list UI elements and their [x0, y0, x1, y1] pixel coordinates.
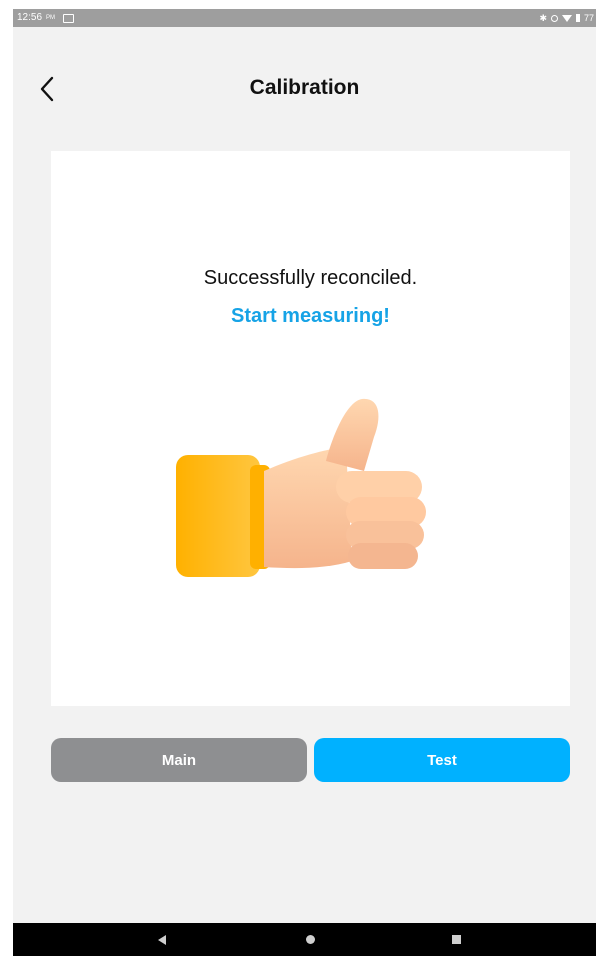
navigation-bar	[13, 923, 596, 956]
status-ampm: PM	[46, 15, 56, 21]
start-measuring-message: Start measuring!	[231, 305, 390, 327]
main-button[interactable]: Main	[51, 738, 307, 782]
location-icon	[550, 14, 558, 22]
nav-back-icon[interactable]	[158, 935, 166, 945]
wifi-icon	[561, 14, 572, 22]
battery-level: 77	[583, 13, 594, 23]
status-icons: ✱ 77	[539, 9, 594, 27]
nav-recents-icon[interactable]	[452, 935, 461, 944]
status-time-group: 12:56 PM	[17, 9, 75, 27]
cast-icon	[63, 13, 75, 23]
status-bar: 12:56 PM ✱ 77	[13, 9, 596, 27]
test-button[interactable]: Test	[314, 738, 570, 782]
success-message: Successfully reconciled.	[203, 267, 418, 289]
battery-icon	[575, 14, 580, 22]
result-card: Successfully reconciled. Start measuring…	[51, 151, 570, 706]
nav-home-icon[interactable]	[306, 935, 315, 944]
thumbs-up-icon	[176, 398, 426, 577]
app-screen: 12:56 PM ✱ 77 Calibration Successfully re…	[13, 9, 596, 956]
bluetooth-icon: ✱	[539, 13, 547, 23]
status-time: 12:56	[17, 12, 43, 23]
header: Calibration	[13, 64, 596, 114]
page-title: Calibration	[249, 76, 360, 99]
